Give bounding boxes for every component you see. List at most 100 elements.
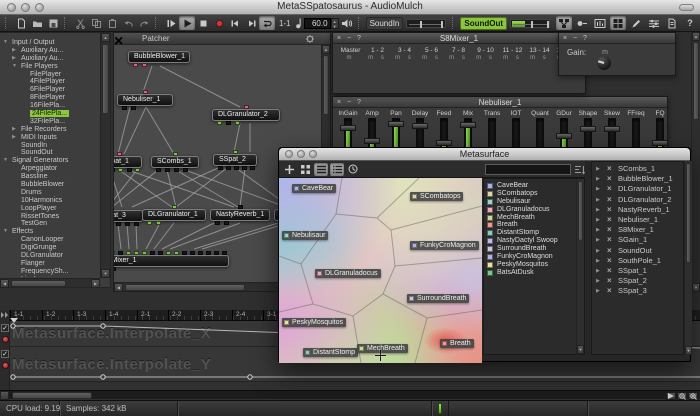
input-port[interactable] — [222, 251, 227, 255]
patch-node-dlgranulator-2[interactable]: DLGranulator_2 — [212, 109, 280, 121]
rewind-button[interactable] — [227, 16, 243, 30]
workspace-vscrollbar[interactable]: ▲ ▼ — [691, 32, 700, 292]
snapshot-item-distantstomp[interactable]: DistantStomp — [484, 229, 584, 237]
parameter-item-sspat-3[interactable]: ▶×SSpat_3 — [592, 286, 683, 296]
sidebar-item-file-recorders[interactable]: ▶File Recorders — [0, 126, 100, 134]
sidebar-item-testgen[interactable]: TestGen — [0, 220, 100, 228]
undo-button[interactable] — [120, 16, 136, 30]
patch-node-sspat-2[interactable]: SSpat_2 — [213, 154, 257, 166]
parameter-item-bubbleblower-1[interactable]: ▶×BubbleBlower_1 — [592, 174, 683, 184]
expand-arrow-icon[interactable]: ▶ — [596, 195, 600, 205]
channel-mute-solo[interactable]: m s — [364, 55, 391, 63]
metasurface-surface[interactable]: CaveBearSCombatopsNebulisaurFunkyCroMagn… — [279, 178, 482, 363]
slider-handle[interactable] — [340, 125, 356, 131]
sound-in-meter[interactable] — [406, 19, 446, 28]
new-document-button[interactable] — [13, 16, 29, 30]
input-port[interactable] — [117, 152, 122, 156]
timeline-hscrollbar[interactable] — [0, 390, 700, 399]
expand-arrow-icon[interactable]: ▶ — [596, 235, 600, 245]
track-x-enable-checkbox[interactable]: ✓ — [1, 324, 9, 332]
snapshot-item-nastydactyl-swoop[interactable]: NastyDactyl Swoop — [484, 237, 584, 245]
surface-tag-dlgranuladocus[interactable]: DLGranuladocus — [315, 269, 381, 278]
scroll-thumb[interactable] — [12, 392, 92, 399]
input-port[interactable] — [244, 105, 249, 109]
sound-in-label[interactable]: SoundIn — [366, 17, 404, 30]
sidebar-item-bubbleblower[interactable]: BubbleBlower — [0, 181, 100, 189]
remove-icon[interactable]: × — [607, 215, 612, 225]
patch-cable[interactable] — [124, 107, 146, 154]
input-port[interactable] — [214, 251, 219, 255]
input-port[interactable] — [172, 205, 177, 209]
meter-handle[interactable] — [441, 21, 443, 28]
track-y-record-dot[interactable] — [2, 362, 9, 369]
remove-icon[interactable]: × — [607, 225, 612, 235]
detail-view-button[interactable] — [330, 163, 344, 176]
scroll-up-arrow[interactable]: ▲ — [101, 33, 110, 42]
toolbar-grip[interactable] — [64, 17, 69, 29]
output-port[interactable] — [135, 168, 140, 172]
input-port[interactable] — [150, 251, 155, 255]
output-port[interactable] — [250, 166, 255, 170]
expand-arrow-icon[interactable]: ▶ — [596, 276, 600, 286]
output-port[interactable] — [226, 166, 231, 170]
sidebar-item-dlgranulator[interactable]: DLGranulator — [0, 252, 100, 260]
expand-arrow-icon[interactable]: ▶ — [596, 184, 600, 194]
panel-minimize-icon[interactable]: − — [573, 33, 577, 44]
track-x-record-dot[interactable] — [2, 336, 9, 343]
sidebar-hscrollbar[interactable]: ◀ ▶ — [0, 278, 100, 287]
zoom-in-button[interactable] — [688, 392, 698, 400]
input-port[interactable] — [158, 251, 163, 255]
sidebar-item-loopplayer[interactable]: LoopPlayer — [0, 205, 100, 213]
sidebar-item-file-players[interactable]: ▼File Players — [0, 63, 100, 71]
sidebar-item-10harmonics[interactable]: 10Harmonics — [0, 197, 100, 205]
expand-arrow-icon[interactable]: ▶ — [596, 246, 600, 256]
scroll-left-arrow[interactable]: ◀ — [114, 283, 123, 292]
input-port[interactable] — [174, 251, 179, 255]
patch-cable[interactable] — [114, 170, 122, 207]
zoom-out-button[interactable] — [677, 392, 687, 400]
output-port[interactable] — [114, 168, 115, 172]
snapshot-item-dlgranuladocus[interactable]: DLGranuladocus — [484, 206, 584, 214]
snapshot-item-peskymosquitos[interactable]: PeskyMosquitos — [484, 261, 584, 269]
output-port[interactable] — [122, 106, 127, 110]
surface-tag-peskymosquitos[interactable]: PeskyMosquitos — [282, 318, 346, 327]
toolbar-grip[interactable] — [358, 17, 363, 29]
surface-tag-distantstomp[interactable]: DistantStomp — [303, 348, 358, 357]
help-button[interactable]: ? — [682, 16, 698, 30]
sidebar-item-frequencysh[interactable]: FrequencySh... — [0, 268, 100, 276]
parameter-item-dlgranulator-1[interactable]: ▶×DLGranulator_1 — [592, 184, 683, 194]
snapshot-filter-input[interactable] — [485, 164, 571, 175]
patcher-view-button[interactable] — [556, 16, 572, 30]
expand-arrow-icon[interactable]: ▶ — [596, 266, 600, 276]
remove-icon[interactable]: × — [607, 286, 612, 296]
patch-cable[interactable] — [154, 223, 174, 249]
sidebar-item-midi-inputs[interactable]: ▶MIDI Inputs — [0, 134, 100, 142]
sidebar-item-16filepla[interactable]: 16FilePla... — [0, 102, 100, 110]
patch-node-sspat-1[interactable]: SSpat_1 — [114, 156, 142, 168]
expanded-arrow-icon[interactable]: ▼ — [12, 63, 17, 71]
gain-titlebar[interactable]: × − ? — [559, 33, 675, 44]
meter-handle[interactable] — [420, 21, 422, 28]
expand-arrow-icon[interactable]: ▶ — [596, 286, 600, 296]
input-port[interactable] — [206, 251, 211, 255]
scroll-up-arrow[interactable]: ▲ — [692, 32, 700, 41]
remove-icon[interactable]: × — [607, 256, 612, 266]
patch-node-sspat-3[interactable]: SSpat_3 — [114, 210, 143, 222]
input-port[interactable] — [143, 90, 148, 94]
expanded-arrow-icon[interactable]: ▼ — [3, 228, 8, 236]
patch-node-dlgranulator-1[interactable]: DLGranulator_1 — [142, 209, 206, 221]
meter-handle[interactable] — [547, 21, 549, 28]
patch-cable[interactable] — [202, 223, 288, 249]
slider-handle[interactable] — [460, 122, 476, 128]
gear-icon[interactable] — [305, 34, 315, 44]
metasurface-view-button[interactable] — [610, 16, 626, 30]
sidebar-item-8fileplayer[interactable]: 8FilePlayer — [0, 94, 100, 102]
edit-tool-button[interactable] — [628, 16, 644, 30]
play-button[interactable] — [179, 16, 195, 30]
sidebar-item-24filepla[interactable]: 24FilePla... — [0, 110, 100, 118]
output-port[interactable] — [235, 121, 240, 125]
sidebar-item-drums[interactable]: Drums — [0, 189, 100, 197]
sidebar-item-32filepla[interactable]: 32FilePla... — [0, 118, 100, 126]
panel-help-icon[interactable]: ? — [583, 33, 587, 44]
parameter-item-soundout[interactable]: ▶×SoundOut — [592, 246, 683, 256]
